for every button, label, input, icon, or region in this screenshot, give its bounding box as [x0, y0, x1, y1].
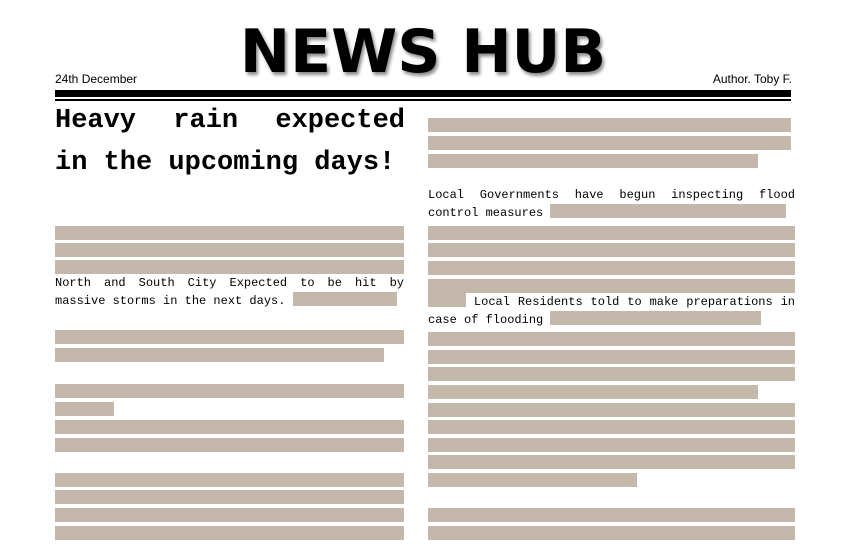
right-paragraph-2: Local Residents told to make preparation…	[428, 293, 795, 329]
placeholder-text-line	[55, 330, 404, 344]
placeholder-text-line	[428, 367, 795, 381]
placeholder-text-line	[55, 420, 404, 434]
placeholder-text-line	[428, 332, 795, 346]
placeholder-text-line	[55, 438, 404, 452]
placeholder-text-line	[428, 154, 758, 168]
placeholder-text-line	[55, 473, 404, 487]
left-paragraph: North and South City Expected to be hit …	[55, 275, 404, 310]
placeholder-text-line	[428, 118, 791, 132]
placeholder-text-line	[428, 350, 795, 364]
publication-date: 24th December	[55, 72, 138, 86]
placeholder-text-inline	[428, 293, 466, 307]
placeholder-text-line	[55, 348, 384, 362]
placeholder-text-line	[55, 384, 404, 398]
placeholder-text-line	[55, 490, 404, 504]
placeholder-text-line	[428, 226, 795, 240]
placeholder-text-line	[428, 261, 795, 275]
placeholder-text-line	[55, 226, 404, 240]
placeholder-text-inline	[292, 292, 397, 306]
right-paragraph-1: Local Governments have begun inspecting …	[428, 187, 795, 222]
article-headline: Heavy rain expected in the upcoming days…	[55, 106, 405, 178]
placeholder-text-inline	[550, 311, 762, 325]
placeholder-text-line	[55, 402, 114, 416]
placeholder-text-line	[428, 385, 758, 399]
placeholder-text-line	[428, 438, 795, 452]
header-rule-thick	[55, 90, 791, 97]
placeholder-text-line	[428, 455, 795, 469]
placeholder-text-line	[428, 420, 795, 434]
placeholder-text-line	[55, 508, 404, 522]
placeholder-text-inline	[550, 204, 787, 218]
placeholder-text-line	[428, 473, 637, 487]
placeholder-text-line	[55, 243, 404, 257]
placeholder-text-line	[428, 403, 795, 417]
placeholder-text-line	[428, 508, 795, 522]
author-credit: Author. Toby F.	[712, 72, 792, 86]
placeholder-text-line	[55, 260, 404, 274]
placeholder-text-line	[428, 279, 795, 293]
placeholder-text-line	[428, 526, 795, 540]
placeholder-text-line	[55, 526, 404, 540]
placeholder-text-line	[428, 136, 791, 150]
placeholder-text-line	[428, 243, 795, 257]
